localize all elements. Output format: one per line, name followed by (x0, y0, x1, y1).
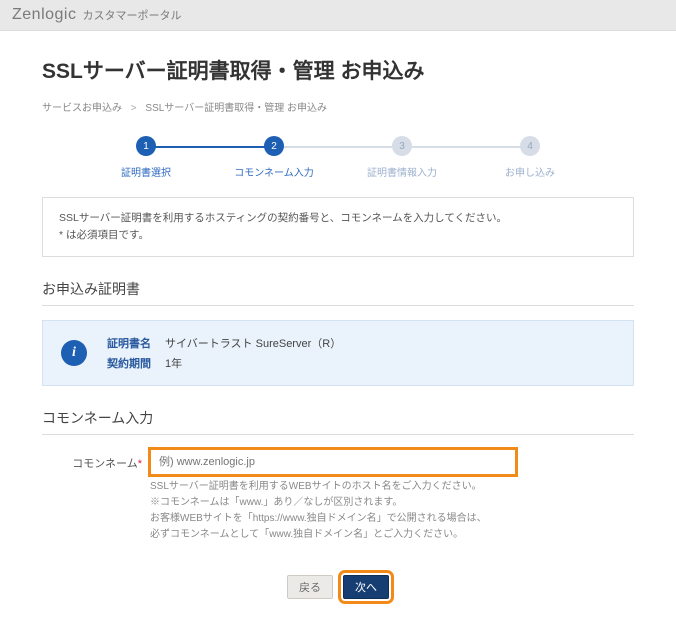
section-cn-title: コモンネーム入力 (42, 408, 634, 435)
step-4-label: お申し込み (505, 164, 555, 179)
step-1: 1 証明書選択 (82, 136, 210, 179)
instruction-line2: * は必須項目です。 (59, 227, 617, 244)
step-2-label: コモンネーム入力 (234, 164, 314, 179)
instruction-box: SSLサーバー証明書を利用するホスティングの契約番号と、コモンネームを入力してく… (42, 197, 634, 257)
common-name-row: コモンネーム* (42, 449, 634, 475)
required-mark: * (138, 458, 142, 470)
brand-sub: カスタマーポータル (82, 7, 181, 23)
cert-period-label: 契約期間 (107, 355, 165, 371)
cn-help-3: お客様WEBサイトを「https://www.独自ドメイン名」で公開される場合は… (150, 511, 634, 527)
cert-row-period: 契約期間 1年 (107, 355, 341, 371)
cert-name-label: 証明書名 (107, 335, 165, 351)
common-name-label: コモンネーム* (42, 449, 142, 471)
cn-input-wrap (150, 449, 516, 475)
cn-help-2: ※コモンネームは「www.」あり／なしが区別されます。 (150, 495, 634, 511)
step-line-2 (274, 146, 402, 148)
info-icon: i (61, 340, 87, 366)
page-content: SSLサーバー証明書取得・管理 お申込み サービスお申込み > SSLサーバー証… (0, 31, 676, 635)
common-name-input[interactable] (150, 449, 516, 475)
brand-name: Zenlogic (12, 6, 76, 24)
cert-rows: 証明書名 サイバートラスト SureServer（R） 契約期間 1年 (107, 335, 341, 371)
portal-header: Zenlogic カスタマーポータル (0, 0, 676, 31)
cert-info-panel: i 証明書名 サイバートラスト SureServer（R） 契約期間 1年 (42, 320, 634, 386)
step-3-label: 証明書情報入力 (367, 164, 437, 179)
cn-label-text: コモンネーム (72, 458, 137, 470)
progress-stepper: 1 証明書選択 2 コモンネーム入力 3 証明書情報入力 4 お申し込み (82, 136, 594, 179)
breadcrumb: サービスお申込み > SSLサーバー証明書取得・管理 お申込み (42, 99, 634, 114)
breadcrumb-item-service[interactable]: サービスお申込み (42, 103, 122, 114)
step-1-circle: 1 (136, 136, 156, 156)
instruction-line1: SSLサーバー証明書を利用するホスティングの契約番号と、コモンネームを入力してく… (59, 210, 617, 227)
button-row: 戻る 次へ (42, 575, 634, 599)
step-2: 2 コモンネーム入力 (210, 136, 338, 179)
next-button[interactable]: 次へ (343, 575, 389, 599)
breadcrumb-sep: > (131, 103, 137, 114)
breadcrumb-item-current: SSLサーバー証明書取得・管理 お申込み (145, 103, 327, 114)
page-title: SSLサーバー証明書取得・管理 お申込み (42, 55, 634, 85)
step-4: 4 お申し込み (466, 136, 594, 179)
step-1-label: 証明書選択 (121, 164, 171, 179)
step-2-circle: 2 (264, 136, 284, 156)
step-4-circle: 4 (520, 136, 540, 156)
back-button[interactable]: 戻る (287, 575, 333, 599)
cert-row-name: 証明書名 サイバートラスト SureServer（R） (107, 335, 341, 351)
cn-help-4: 必ずコモンネームとして「www.独自ドメイン名」とご入力ください。 (150, 527, 634, 543)
step-3-circle: 3 (392, 136, 412, 156)
cert-period-value: 1年 (165, 355, 182, 371)
cert-name-value: サイバートラスト SureServer（R） (165, 335, 341, 351)
step-line-1 (146, 146, 274, 148)
cn-help-1: SSLサーバー証明書を利用するWEBサイトのホスト名をご入力ください。 (150, 479, 634, 495)
step-3: 3 証明書情報入力 (338, 136, 466, 179)
step-line-3 (402, 146, 530, 148)
section-cert-title: お申込み証明書 (42, 279, 634, 306)
